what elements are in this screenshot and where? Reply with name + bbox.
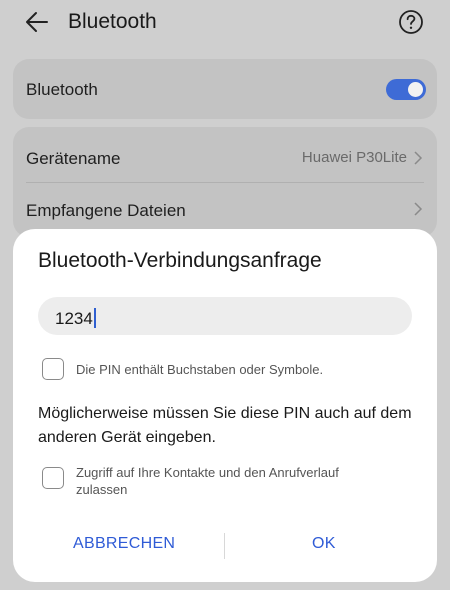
pin-contains-letters-checkbox[interactable] bbox=[42, 358, 64, 380]
bluetooth-toggle[interactable] bbox=[386, 79, 426, 100]
dialog-title: Bluetooth-Verbindungsanfrage bbox=[38, 249, 322, 272]
app-header: Bluetooth bbox=[0, 0, 450, 44]
allow-contacts-access-label[interactable]: Zugriff auf Ihre Kontakte und den Anrufv… bbox=[76, 464, 376, 498]
pin-input-value: 1234 bbox=[55, 308, 96, 329]
button-divider bbox=[224, 533, 225, 559]
pairing-request-dialog: Bluetooth-Verbindungsanfrage 1234 Die PI… bbox=[13, 229, 437, 582]
page-title: Bluetooth bbox=[68, 10, 157, 33]
allow-contacts-access-checkbox[interactable] bbox=[42, 467, 64, 489]
received-files-label[interactable]: Empfangene Dateien bbox=[26, 201, 186, 221]
device-name-label[interactable]: Gerätename bbox=[26, 149, 121, 169]
bluetooth-label: Bluetooth bbox=[26, 80, 98, 99]
question-circle-icon[interactable] bbox=[398, 9, 424, 35]
pin-info-text: Möglicherweise müssen Sie diese PIN auch… bbox=[38, 405, 412, 446]
pin-input[interactable]: 1234 bbox=[38, 297, 412, 335]
toggle-knob bbox=[408, 82, 423, 97]
pin-contains-letters-label[interactable]: Die PIN enthält Buchstaben oder Symbole. bbox=[76, 362, 323, 377]
bluetooth-card: Bluetooth bbox=[13, 59, 437, 119]
device-info-card: Gerätename Huawei P30Lite Empfangene Dat… bbox=[13, 127, 437, 237]
text-caret bbox=[93, 308, 96, 328]
arrow-left-icon[interactable] bbox=[24, 9, 50, 35]
chevron-right-icon bbox=[414, 202, 423, 216]
ok-button[interactable]: OK bbox=[312, 535, 336, 553]
cancel-button[interactable]: ABBRECHEN bbox=[73, 535, 175, 553]
pin-text: 1234 bbox=[55, 309, 93, 328]
device-name-value: Huawei P30Lite bbox=[301, 149, 407, 166]
row-divider bbox=[26, 182, 424, 183]
chevron-right-icon bbox=[414, 151, 423, 165]
